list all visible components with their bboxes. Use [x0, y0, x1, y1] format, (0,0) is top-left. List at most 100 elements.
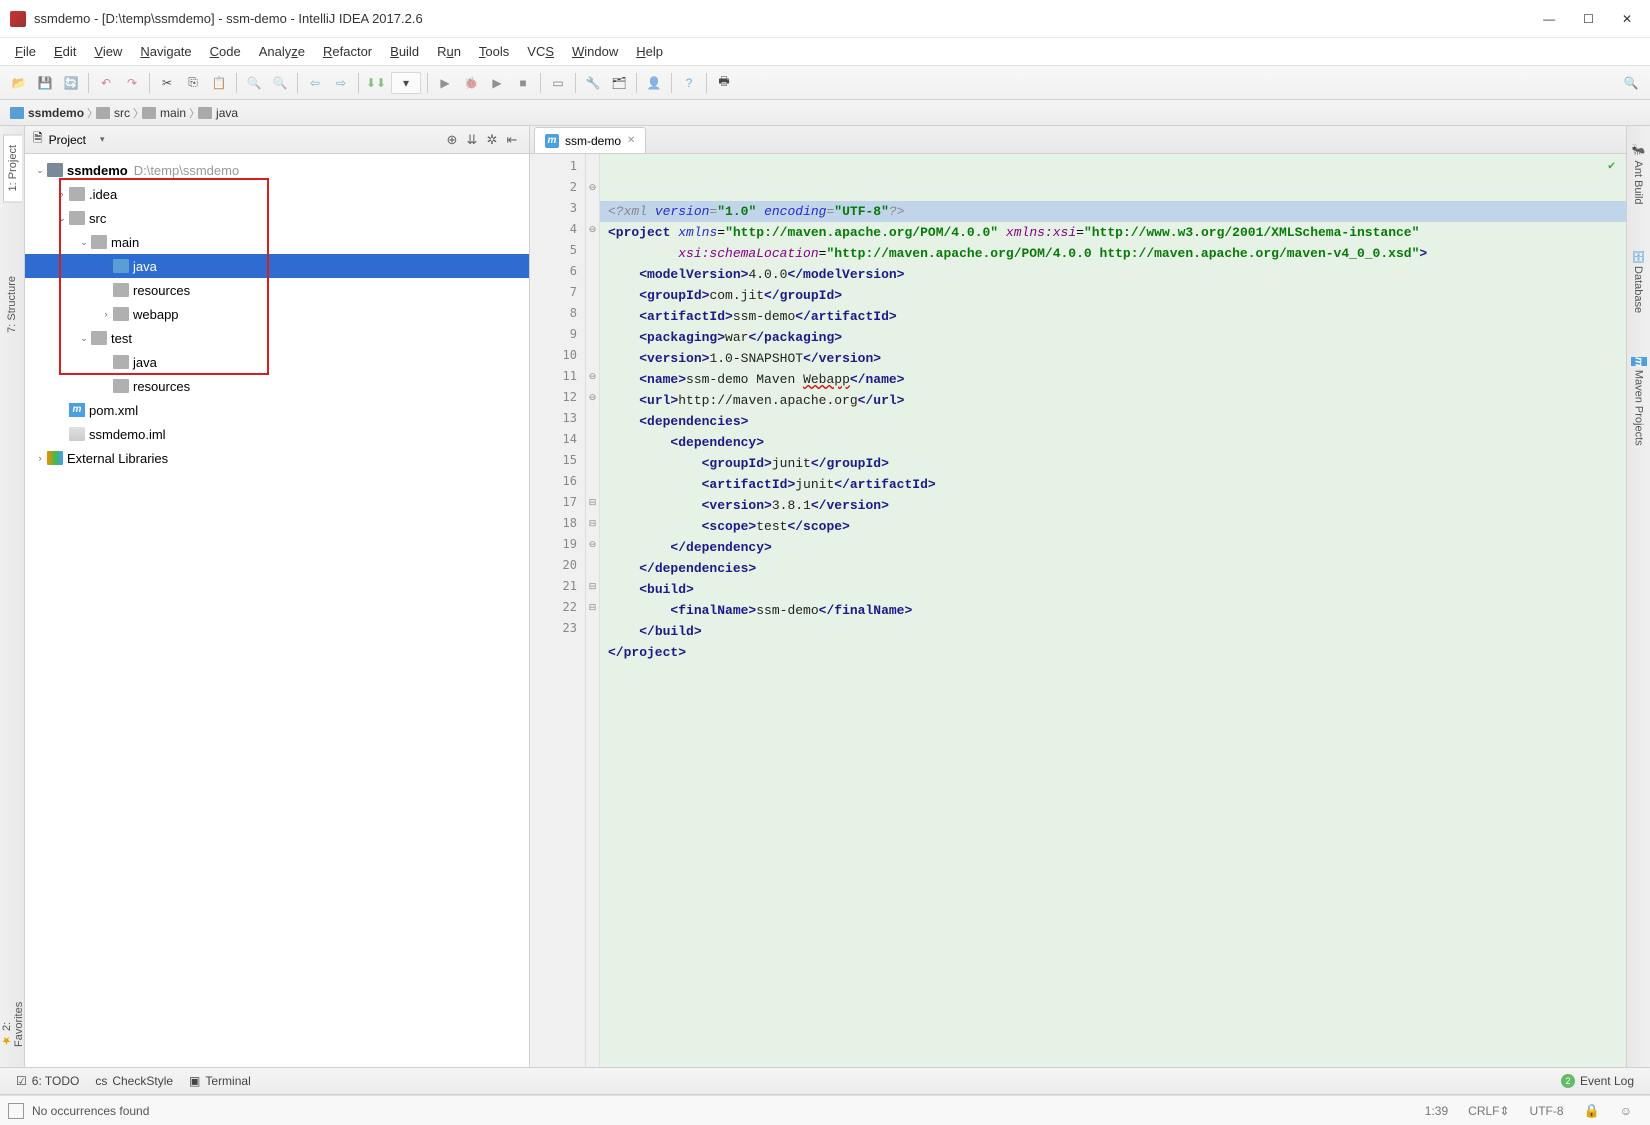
tree-node-resources[interactable]: resources: [25, 374, 529, 398]
tab-ant-build[interactable]: 🐜 Ant Build: [1629, 134, 1648, 215]
build-icon[interactable]: ⬇⬇: [365, 72, 387, 94]
left-tool-tabs: 1: Project 7: Structure: [0, 126, 25, 1095]
hide-icon[interactable]: ⇤: [503, 131, 521, 149]
cursor-position[interactable]: 1:39: [1415, 1104, 1458, 1118]
redo-icon[interactable]: ↷: [121, 72, 143, 94]
tree-node-External-Libraries[interactable]: ›External Libraries: [25, 446, 529, 470]
menu-run[interactable]: Run: [428, 40, 470, 63]
locate-icon[interactable]: ⊕: [443, 131, 461, 149]
nav-breadcrumbs: ssmdemo src main java: [0, 100, 1650, 126]
sdk-icon[interactable]: 👤: [643, 72, 665, 94]
window-title: ssmdemo - [D:\temp\ssmdemo] - ssm-demo -…: [34, 11, 1543, 26]
paste-icon[interactable]: 📋: [208, 72, 230, 94]
menu-file[interactable]: File: [6, 40, 45, 63]
help-icon[interactable]: ?: [678, 72, 700, 94]
tab-project[interactable]: 1: Project: [3, 134, 22, 202]
inspection-ok-icon: ✔: [1608, 158, 1622, 172]
forward-icon[interactable]: ⇨: [330, 72, 352, 94]
code-editor[interactable]: 1234567891011121314151617181920212223 ⊖⊖…: [530, 154, 1626, 1095]
save-icon[interactable]: 💾: [34, 72, 56, 94]
menu-navigate[interactable]: Navigate: [131, 40, 200, 63]
run-config-dropdown[interactable]: ▾: [391, 72, 421, 94]
print-icon[interactable]: 🖶: [713, 72, 735, 94]
crumb-src[interactable]: src: [92, 102, 138, 124]
readonly-lock-icon[interactable]: 🔒: [1574, 1103, 1610, 1119]
menu-analyze[interactable]: Analyze: [250, 40, 314, 63]
search-everywhere-icon[interactable]: 🔍: [1620, 72, 1642, 94]
statusbar: No occurrences found 1:39 CRLF⇕ UTF-8 🔒 …: [0, 1095, 1650, 1125]
find-icon[interactable]: 🔍: [243, 72, 265, 94]
editor-area: m ssm-demo ✕ 123456789101112131415161718…: [530, 126, 1626, 1095]
tree-node-java[interactable]: java: [25, 254, 529, 278]
toggle-toolwindows-icon[interactable]: [8, 1103, 24, 1119]
tree-node-main[interactable]: ⌄main: [25, 230, 529, 254]
tree-node-ssmdemo-iml[interactable]: ssmdemo.iml: [25, 422, 529, 446]
menubar: File Edit View Navigate Code Analyze Ref…: [0, 38, 1650, 66]
undo-icon[interactable]: ↶: [95, 72, 117, 94]
file-encoding[interactable]: UTF-8: [1520, 1104, 1574, 1118]
tab-todo[interactable]: ☑6: TODO: [8, 1071, 87, 1091]
tab-event-log[interactable]: 2Event Log: [1553, 1071, 1642, 1091]
menu-vcs[interactable]: VCS: [518, 40, 563, 63]
crumb-ssmdemo[interactable]: ssmdemo: [6, 102, 92, 124]
editor-tab-ssm-demo[interactable]: m ssm-demo ✕: [534, 127, 646, 153]
hector-icon[interactable]: ☺: [1610, 1104, 1642, 1118]
tree-node-test[interactable]: ⌄test: [25, 326, 529, 350]
minimize-button[interactable]: —: [1543, 12, 1555, 26]
tree-node-java[interactable]: java: [25, 350, 529, 374]
right-tool-tabs: 🐜 Ant Build 🗄 Database m Maven Projects: [1626, 126, 1650, 1095]
close-button[interactable]: ✕: [1622, 12, 1632, 26]
tree-node-webapp[interactable]: ›webapp: [25, 302, 529, 326]
tab-close-icon[interactable]: ✕: [627, 135, 635, 146]
maximize-button[interactable]: ☐: [1583, 12, 1594, 26]
maven-icon: m: [545, 134, 559, 148]
menu-refactor[interactable]: Refactor: [314, 40, 381, 63]
line-separator[interactable]: CRLF⇕: [1458, 1104, 1519, 1118]
tab-maven[interactable]: m Maven Projects: [1630, 347, 1648, 456]
tree-node-ssmdemo[interactable]: ⌄ssmdemoD:\temp\ssmdemo: [25, 158, 529, 182]
panel-title: Project: [49, 133, 86, 147]
panel-view-dropdown[interactable]: ▾: [100, 134, 105, 145]
menu-window[interactable]: Window: [563, 40, 627, 63]
project-tree[interactable]: ⌄ssmdemoD:\temp\ssmdemo›.idea⌄src⌄mainja…: [25, 154, 529, 1095]
tab-structure[interactable]: 7: Structure: [3, 266, 21, 343]
tree-node-src[interactable]: ⌄src: [25, 206, 529, 230]
project-structure-icon[interactable]: 🗂: [608, 72, 630, 94]
copy-icon[interactable]: ⎘: [182, 72, 204, 94]
main-toolbar: 📂 💾 🔄 ↶ ↷ ✂ ⎘ 📋 🔍 🔍 ⇦ ⇨ ⬇⬇ ▾ ▶ 🐞 ▶ ■ ▭ 🔧…: [0, 66, 1650, 100]
gear-icon[interactable]: ✲: [483, 131, 501, 149]
tab-favorites[interactable]: ★ 2: Favorites: [0, 967, 28, 1057]
back-icon[interactable]: ⇦: [304, 72, 326, 94]
cut-icon[interactable]: ✂: [156, 72, 178, 94]
menu-tools[interactable]: Tools: [470, 40, 518, 63]
coverage-icon[interactable]: ▶: [486, 72, 508, 94]
titlebar: ssmdemo - [D:\temp\ssmdemo] - ssm-demo -…: [0, 0, 1650, 38]
tree-node-resources[interactable]: resources: [25, 278, 529, 302]
menu-view[interactable]: View: [85, 40, 131, 63]
crumb-java[interactable]: java: [194, 102, 246, 124]
tab-checkstyle[interactable]: csCheckStyle: [87, 1071, 181, 1091]
menu-edit[interactable]: Edit: [45, 40, 85, 63]
status-message: No occurrences found: [32, 1104, 149, 1118]
project-tool-window: 🗎Project▾ ⊕ ⇊ ✲ ⇤ ⌄ssmdemoD:\temp\ssmdem…: [25, 126, 530, 1095]
tree-node--idea[interactable]: ›.idea: [25, 182, 529, 206]
collapse-icon[interactable]: ⇊: [463, 131, 481, 149]
open-icon[interactable]: 📂: [8, 72, 30, 94]
app-icon: [10, 11, 26, 27]
menu-code[interactable]: Code: [201, 40, 250, 63]
menu-build[interactable]: Build: [381, 40, 428, 63]
settings-icon[interactable]: 🔧: [582, 72, 604, 94]
tab-terminal[interactable]: ▣Terminal: [181, 1071, 259, 1091]
menu-help[interactable]: Help: [627, 40, 672, 63]
tree-node-pom-xml[interactable]: mpom.xml: [25, 398, 529, 422]
run-icon[interactable]: ▶: [434, 72, 456, 94]
layout-icon[interactable]: ▭: [547, 72, 569, 94]
stop-icon[interactable]: ■: [512, 72, 534, 94]
replace-icon[interactable]: 🔍: [269, 72, 291, 94]
debug-icon[interactable]: 🐞: [460, 72, 482, 94]
crumb-main[interactable]: main: [138, 102, 194, 124]
bottom-tool-tabs: ☑6: TODO csCheckStyle ▣Terminal 2Event L…: [0, 1067, 1650, 1095]
tab-database[interactable]: 🗄 Database: [1629, 239, 1648, 323]
sync-icon[interactable]: 🔄: [60, 72, 82, 94]
favorites-tab-gutter: ★ 2: Favorites: [0, 967, 25, 1067]
